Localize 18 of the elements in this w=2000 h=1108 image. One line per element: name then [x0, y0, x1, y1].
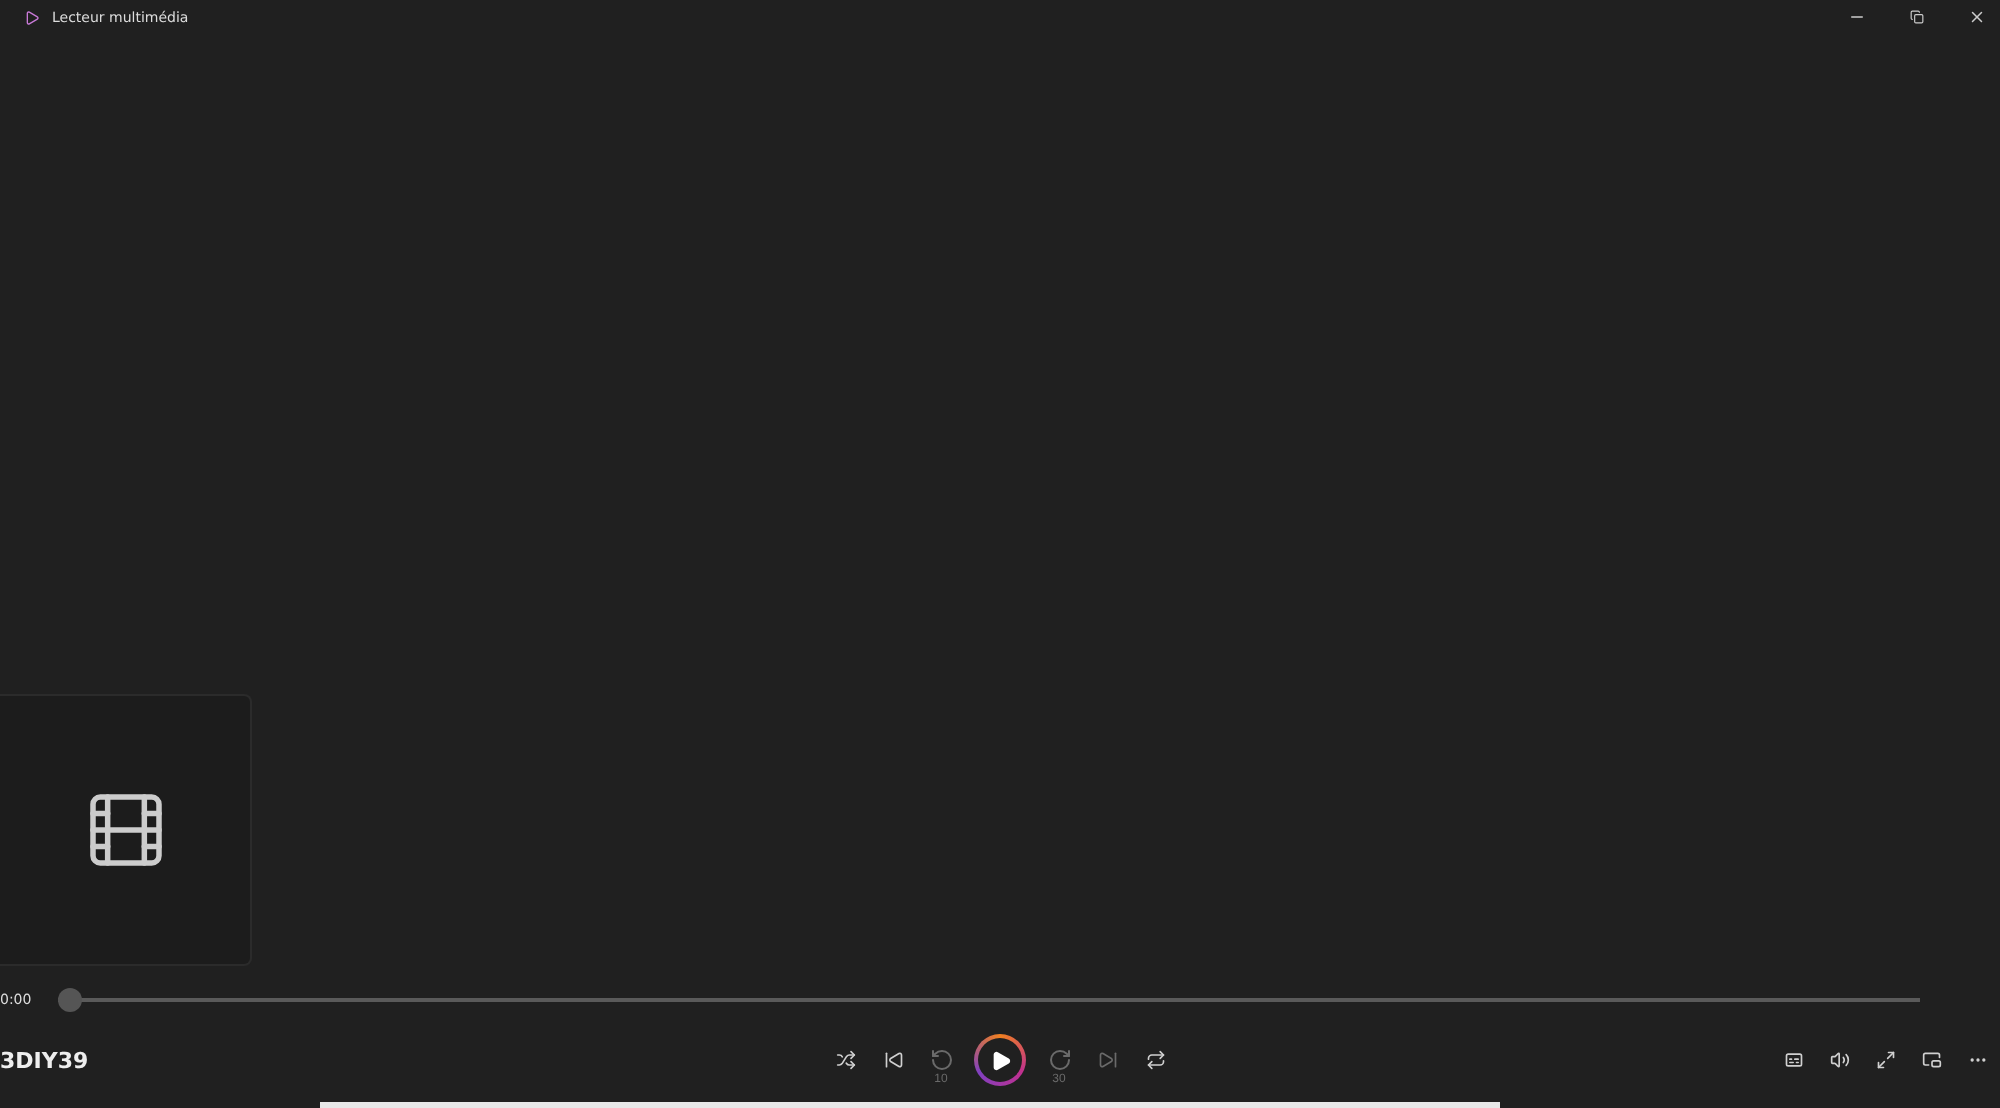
repeat-icon: [1145, 1050, 1165, 1070]
fast-forward-icon: [1047, 1048, 1071, 1072]
mini-player-icon: [1921, 1050, 1941, 1070]
captions-icon: [1783, 1050, 1803, 1070]
play-button[interactable]: [974, 1034, 1026, 1086]
seek-thumb[interactable]: [57, 988, 82, 1012]
skip-back-icon: [883, 1050, 903, 1070]
media-title: 3DIY39: [0, 1047, 91, 1073]
app-logo-icon: [24, 9, 40, 25]
play-icon: [989, 1049, 1011, 1071]
shuffle-icon: [835, 1050, 855, 1070]
rewind-icon: [929, 1048, 953, 1072]
restore-icon: [1909, 10, 1923, 24]
thumbnail-card[interactable]: [0, 694, 252, 966]
expand-icon: [1875, 1050, 1895, 1070]
close-icon: [1967, 8, 1985, 26]
volume-icon: [1829, 1050, 1849, 1070]
skip-forward-icon: [1097, 1050, 1117, 1070]
